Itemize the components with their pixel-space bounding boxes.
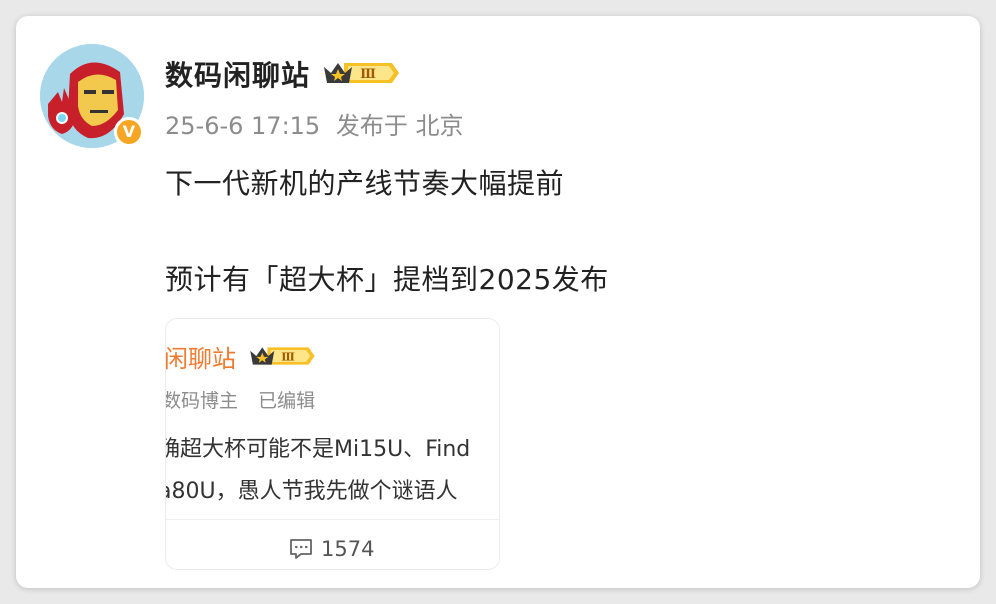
weibo-post-card: V 数码闲聊站 Ⅲ 25-6-6 17:15 发布于 北京 下一代新机的产线节奏… — [16, 16, 980, 588]
comment-button[interactable]: 1574 — [289, 537, 374, 561]
quoted-post-card[interactable]: 闲聊站 Ⅲ 数码博主 已编辑 确超大杯可能不是Mi15U、Find a80U，愚… — [165, 318, 500, 570]
quoted-author-role: 数码博主 — [165, 390, 239, 412]
quoted-divider — [166, 519, 499, 520]
verified-v-icon: V — [114, 117, 144, 147]
quoted-text-line-2: a80U，愚人节我先做个谜语人 — [165, 479, 458, 504]
comment-count: 1574 — [321, 537, 375, 561]
comment-bubble-icon — [290, 539, 312, 559]
post-meta: 25-6-6 17:15 发布于 北京 — [165, 106, 471, 141]
author-name[interactable]: 数码闲聊站 — [165, 54, 310, 94]
vip-level: Ⅲ — [360, 67, 376, 82]
post-timestamp: 25-6-6 17:15 — [165, 112, 321, 140]
quoted-vip-level: Ⅲ — [281, 350, 295, 363]
post-content-line-1: 下一代新机的产线节奏大幅提前 — [165, 167, 565, 200]
crown-vip-icon[interactable]: Ⅲ — [322, 59, 400, 87]
quoted-text-line-1: 确超大杯可能不是Mi15U、Find — [165, 437, 471, 462]
quoted-edited-label: 已编辑 — [258, 390, 316, 412]
quoted-author-name[interactable]: 闲聊站 — [166, 339, 236, 374]
crown-vip-icon: Ⅲ — [250, 347, 315, 365]
quoted-author-meta: 数码博主 已编辑 — [165, 386, 329, 413]
post-content-line-2: 预计有「超大杯」提档到2025发布 — [165, 263, 609, 296]
post-location: 发布于 北京 — [335, 112, 464, 140]
